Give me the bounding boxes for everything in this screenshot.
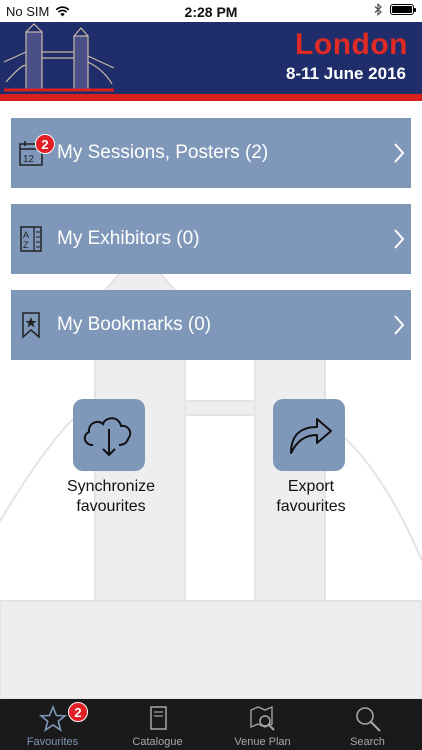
tower-bridge-logo	[4, 23, 114, 92]
my-bookmarks-label: My Bookmarks (0)	[57, 314, 212, 335]
my-exhibitors-label: My Exhibitors (0)	[57, 228, 200, 249]
banner-city: London	[295, 28, 408, 61]
conference-banner: London 8-11 June 2016	[0, 22, 422, 94]
my-sessions-posters-row[interactable]: 12 2 My Sessions, Posters (2)	[11, 118, 411, 188]
star-icon	[38, 704, 68, 732]
banner-accent-line	[0, 94, 422, 101]
tab-search-label: Search	[350, 736, 385, 748]
tab-venue-plan[interactable]: Venue Plan	[210, 699, 315, 750]
svg-text:12: 12	[23, 154, 35, 165]
tab-venue-plan-label: Venue Plan	[234, 736, 291, 748]
my-sessions-posters-label: My Sessions, Posters (2)	[57, 142, 269, 163]
svg-text:A: A	[23, 230, 29, 240]
export-favourites-button[interactable]	[273, 399, 345, 471]
chevron-right-icon	[394, 143, 405, 163]
bookmark-star-icon	[22, 312, 40, 339]
map-search-icon	[250, 706, 275, 731]
svg-text:Z: Z	[23, 240, 29, 250]
battery-icon	[390, 4, 416, 15]
tab-favourites-label: Favourites	[26, 736, 79, 748]
synchronize-label-line2: favourites	[76, 498, 146, 515]
my-exhibitors-row[interactable]: A Z My Exhibitors (0)	[11, 204, 411, 274]
export-favourites-label: Export favourites	[231, 477, 391, 517]
my-bookmarks-row[interactable]: My Bookmarks (0)	[11, 290, 411, 360]
tab-bar: 2 Favourites Catalogue Venue Plan Search	[0, 699, 422, 750]
export-label-line1: Export	[287, 478, 335, 495]
synchronize-favourites-label: Synchronize favourites	[31, 477, 191, 517]
tab-catalogue[interactable]: Catalogue	[105, 699, 210, 750]
favourites-count-badge: 2	[68, 702, 88, 722]
chevron-right-icon	[394, 229, 405, 249]
tab-search[interactable]: Search	[315, 699, 420, 750]
synchronize-favourites-button[interactable]	[73, 399, 145, 471]
chevron-right-icon	[394, 315, 405, 335]
banner-dates: 8-11 June 2016	[285, 64, 406, 83]
background-watermark	[0, 249, 422, 699]
tab-favourites[interactable]: 2 Favourites	[0, 699, 105, 750]
export-label-line2: favourites	[276, 498, 346, 515]
book-icon	[150, 706, 167, 730]
synchronize-label-line1: Synchronize	[66, 478, 156, 495]
share-arrow-icon	[290, 418, 332, 454]
status-bar: No SIM 2:28 PM	[0, 0, 422, 22]
clock: 2:28 PM	[184, 4, 238, 20]
cloud-download-icon	[83, 417, 132, 457]
a-z-directory-icon: A Z	[20, 226, 42, 252]
bluetooth-icon	[374, 3, 382, 16]
search-icon	[356, 707, 381, 732]
tab-catalogue-label: Catalogue	[132, 736, 183, 748]
sessions-count-badge: 2	[35, 134, 55, 154]
